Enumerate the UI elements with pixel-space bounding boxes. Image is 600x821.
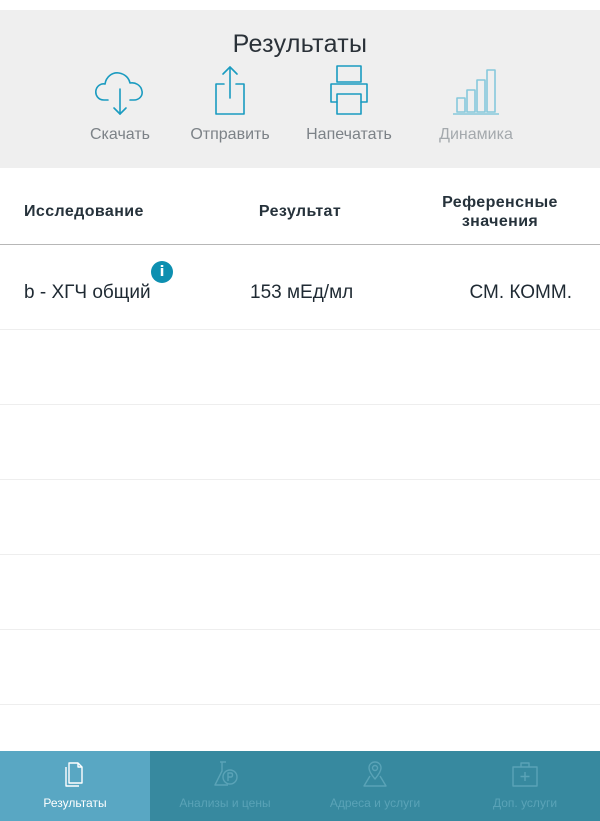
- document-icon: [65, 762, 83, 787]
- table-row[interactable]: b - ХГЧ общий i 153 мЕд/мл СМ. КОММ.: [0, 245, 600, 330]
- tab-results[interactable]: Результаты: [0, 751, 150, 821]
- results-header: Результаты Скачать Отправить Напечатать …: [0, 10, 600, 168]
- share-label: Отправить: [190, 126, 270, 143]
- column-header-reference: Референсные значения: [442, 194, 558, 230]
- empty-row: [0, 480, 600, 555]
- tab-addresses[interactable]: Адреса и услуги: [300, 751, 450, 821]
- medical-kit-icon: [512, 762, 538, 787]
- printer-icon: [289, 62, 409, 122]
- print-label: Напечатать: [306, 126, 392, 143]
- flask-price-icon: [214, 761, 238, 786]
- tab-tests-prices-label: Анализы и цены: [179, 796, 271, 810]
- test-result: 153 мЕд/мл: [250, 282, 354, 303]
- bar-chart-icon: [416, 62, 536, 122]
- empty-row: [0, 630, 600, 705]
- tab-tests-prices[interactable]: Анализы и цены: [150, 751, 300, 821]
- map-pin-icon: [363, 761, 387, 787]
- tab-results-label: Результаты: [43, 796, 107, 810]
- download-button[interactable]: Скачать: [60, 62, 180, 144]
- download-label: Скачать: [90, 126, 150, 143]
- table-header: Исследование Результат Референсные значе…: [0, 168, 600, 245]
- page-title: Результаты: [232, 30, 368, 58]
- status-bar-area: [0, 0, 600, 10]
- dynamics-button[interactable]: Динамика: [416, 62, 536, 144]
- tab-addresses-label: Адреса и услуги: [329, 796, 421, 810]
- share-button[interactable]: Отправить: [170, 62, 290, 144]
- tab-extra-services[interactable]: Доп. услуги: [450, 751, 600, 821]
- empty-row: [0, 555, 600, 630]
- empty-row: [0, 330, 600, 405]
- cloud-download-icon: [60, 62, 180, 122]
- test-name: b - ХГЧ общий: [24, 282, 151, 303]
- info-icon[interactable]: i: [151, 261, 173, 283]
- share-icon: [170, 62, 290, 122]
- print-button[interactable]: Напечатать: [289, 62, 409, 144]
- dynamics-label: Динамика: [439, 126, 513, 143]
- results-table-body: b - ХГЧ общий i 153 мЕд/мл СМ. КОММ.: [0, 245, 600, 705]
- reference-value: СМ. КОММ.: [469, 282, 572, 303]
- tab-extra-services-label: Доп. услуги: [492, 796, 558, 810]
- empty-row: [0, 405, 600, 480]
- bottom-tab-bar: Результаты Анализы и цены Адреса и услуг…: [0, 751, 600, 821]
